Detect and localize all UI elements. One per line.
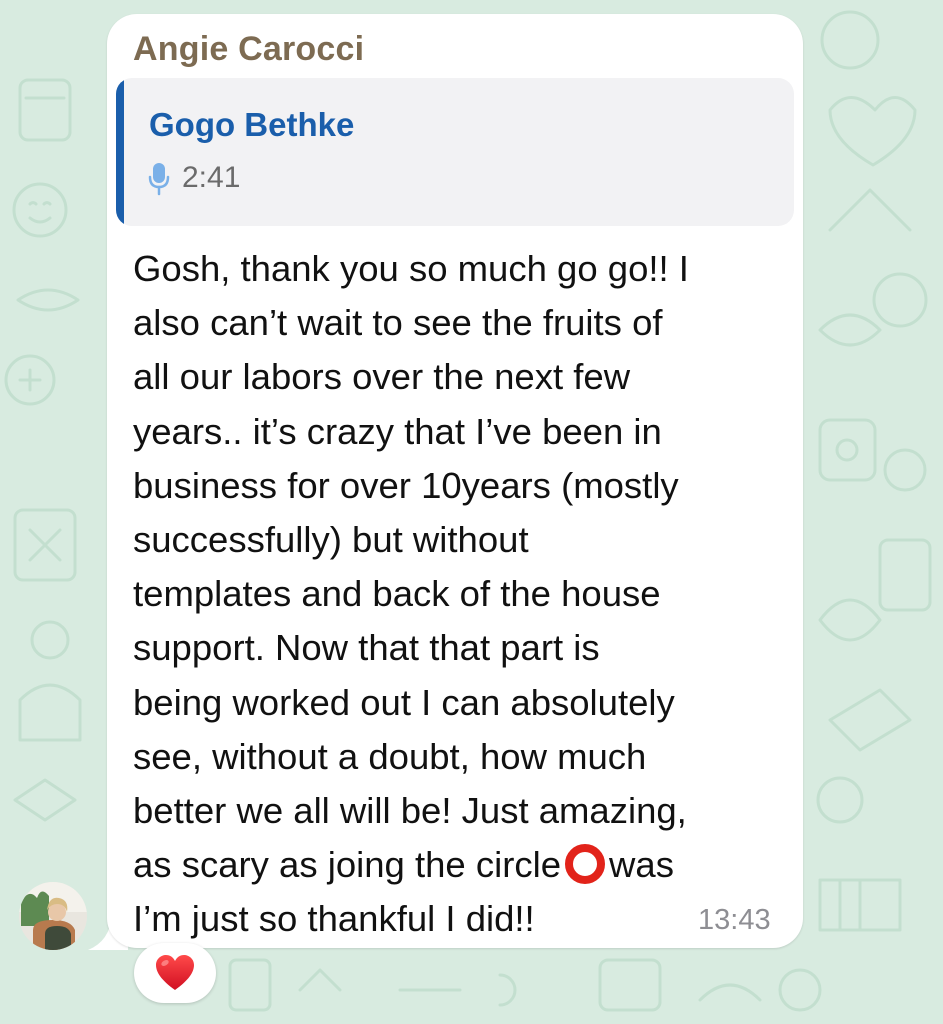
quoted-message[interactable]: Gogo Bethke 2:41 xyxy=(116,78,794,226)
sender-name[interactable]: Angie Carocci xyxy=(133,30,364,69)
reaction-badge[interactable] xyxy=(134,943,216,1003)
message-timestamp: 13:43 xyxy=(698,904,771,936)
quoted-author: Gogo Bethke xyxy=(149,106,355,143)
message-text-part-1: Gosh, thank you so much go go!! I also c… xyxy=(133,248,689,886)
message-bubble[interactable]: Angie Carocci Gogo Bethke 2:41 Gosh, tha… xyxy=(107,14,803,948)
voice-note-duration: 2:41 xyxy=(182,161,241,194)
avatar-photo xyxy=(19,882,87,950)
hollow-red-circle-emoji xyxy=(565,844,606,885)
sender-avatar[interactable] xyxy=(19,882,87,950)
heart-icon xyxy=(156,955,194,990)
microphone-icon xyxy=(148,163,170,196)
quote-accent-bar xyxy=(116,78,124,226)
message-text: Gosh, thank you so much go go!! I also c… xyxy=(133,242,783,947)
